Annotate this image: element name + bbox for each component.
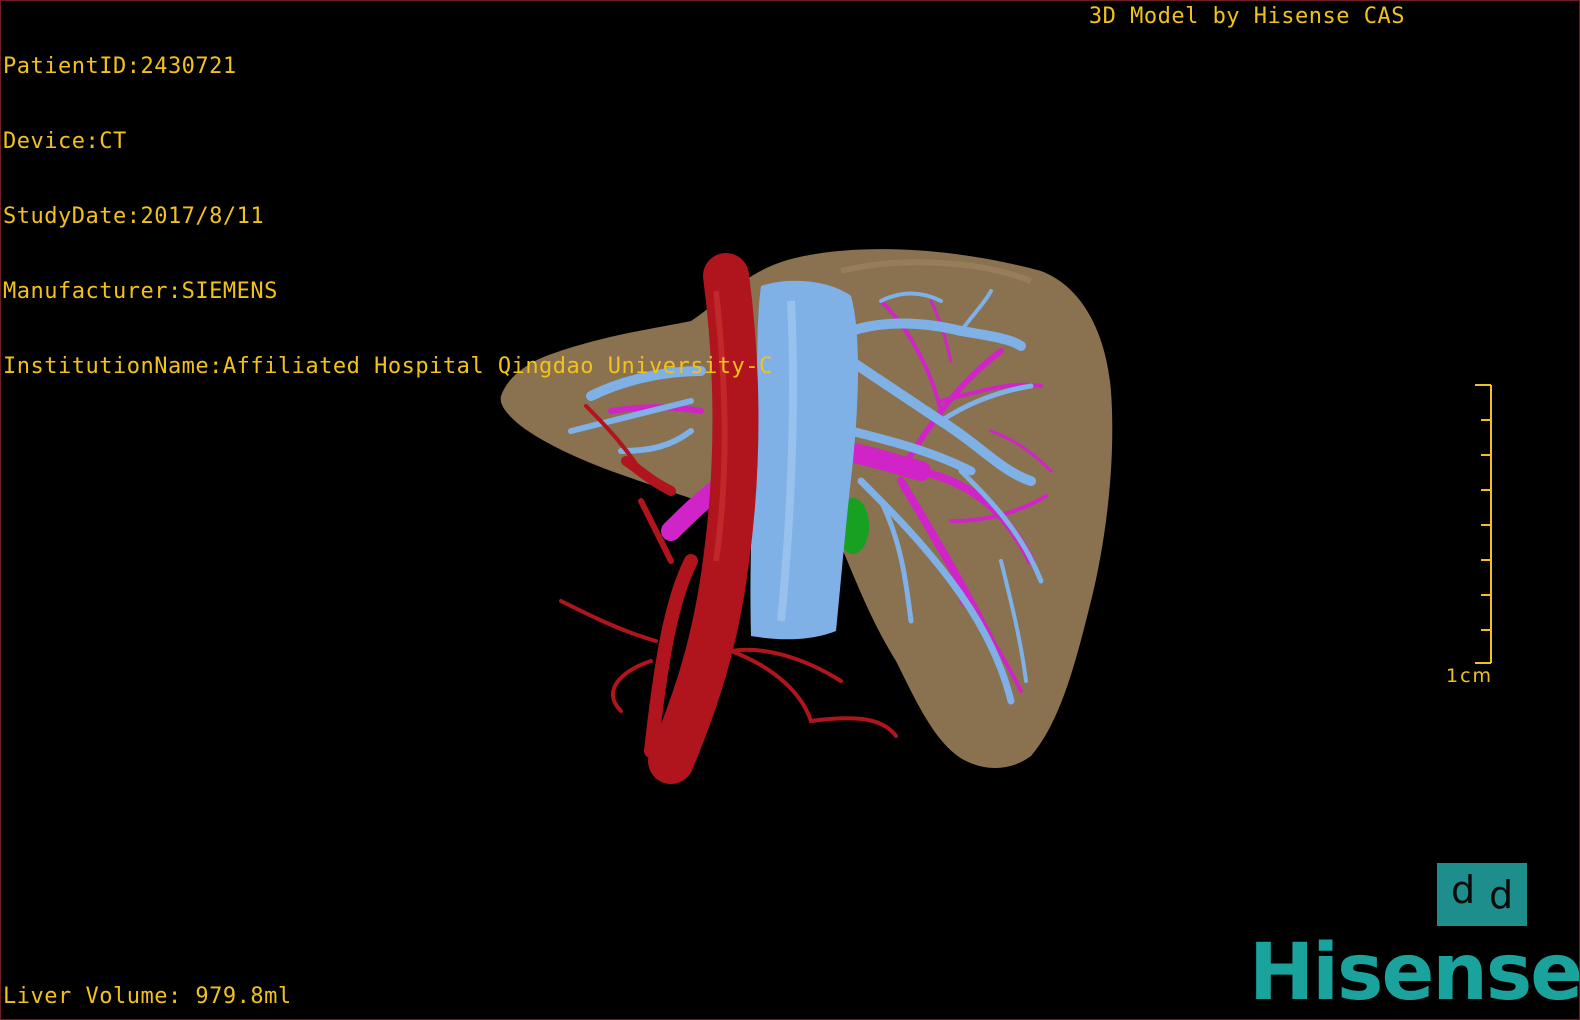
device-text: Device:CT — [3, 129, 127, 154]
model-credit-text: 3D Model by Hisense CAS — [1088, 4, 1405, 29]
3d-viewport[interactable]: PatientID:2430721 Device:CT StudyDate:20… — [0, 0, 1580, 1020]
view-right-glyph: d — [1489, 872, 1514, 917]
view-left-glyph: p — [1450, 872, 1475, 917]
institution-text: InstitutionName:Affiliated Hospital Qing… — [3, 354, 773, 379]
scale-ruler — [1475, 384, 1492, 664]
scale-label: 1cm — [1446, 665, 1494, 687]
patient-info-overlay: PatientID:2430721 Device:CT StudyDate:20… — [3, 4, 773, 429]
study-date-text: StudyDate:2017/8/11 — [3, 204, 265, 229]
manufacturer-text: Manufacturer:SIEMENS — [3, 279, 278, 304]
hisense-logo: Hisense — [1249, 928, 1580, 1018]
view-orientation-button[interactable]: p d — [1437, 863, 1527, 926]
patient-id-text: PatientID:2430721 — [3, 54, 237, 79]
liver-volume-text: Liver Volume: 979.8ml — [3, 984, 292, 1009]
